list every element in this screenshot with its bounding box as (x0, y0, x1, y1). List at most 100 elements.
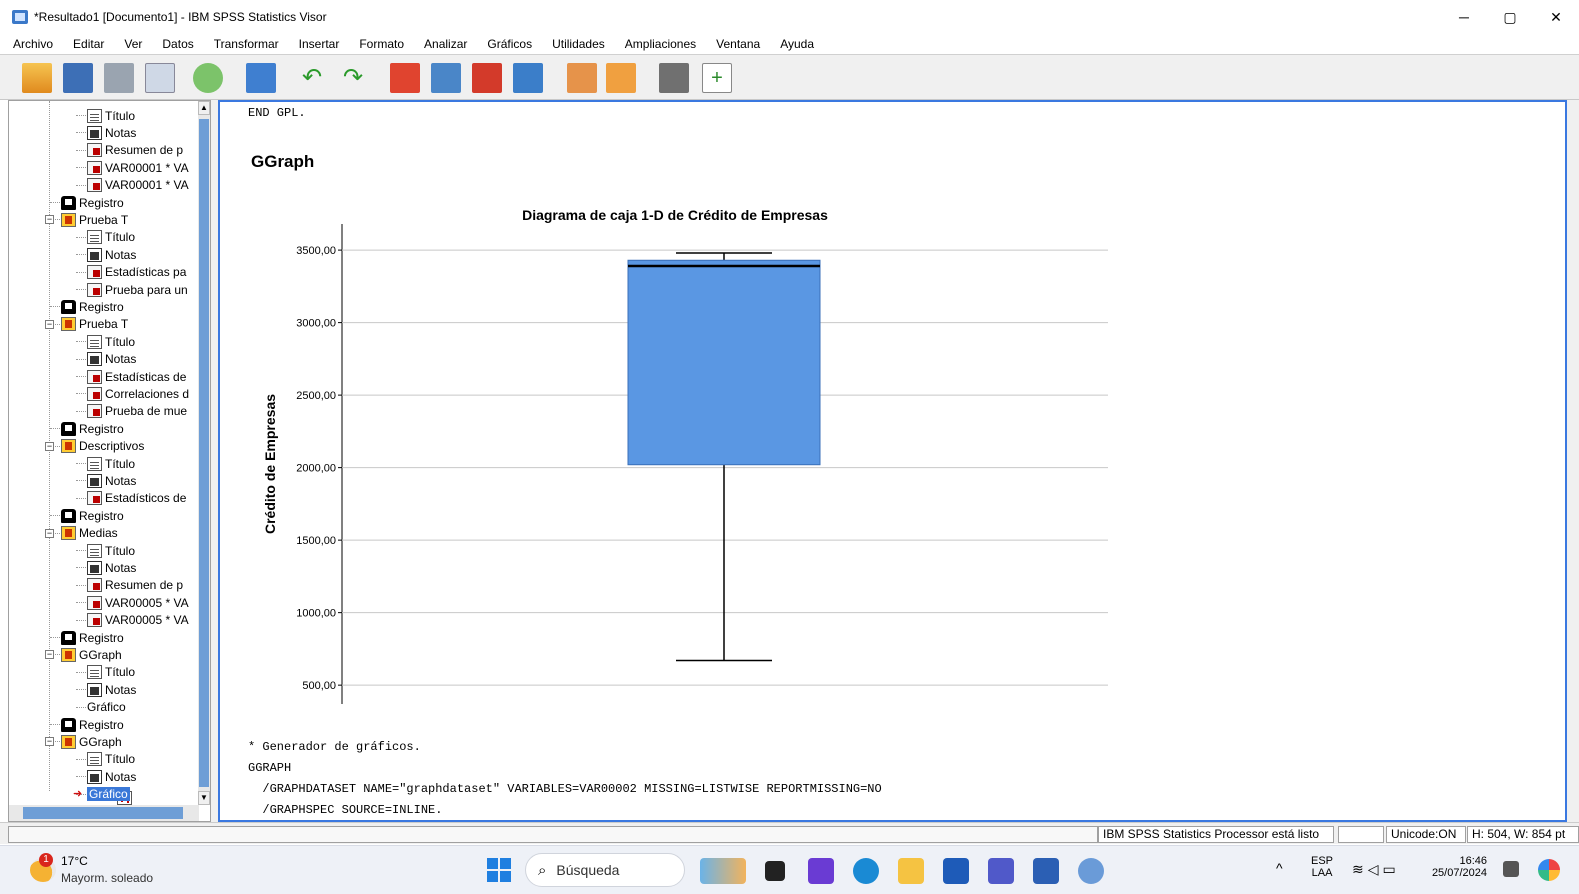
menu-datos[interactable]: Datos (162, 37, 193, 51)
outline-node[interactable]: Descriptivos (61, 438, 144, 455)
teams-icon[interactable] (988, 858, 1014, 884)
box-plot-chart[interactable]: Diagrama de caja 1-D de Crédito de Empre… (250, 194, 1120, 714)
scroll-up-arrow-icon[interactable]: ▲ (198, 101, 210, 115)
outline-node[interactable]: Notas (87, 246, 136, 263)
menu-transformar[interactable]: Transformar (214, 37, 279, 51)
outline-node[interactable]: Notas (87, 124, 136, 141)
network-volume-battery-icon[interactable]: ≋◁▭ (1352, 861, 1400, 878)
taskbar-search-box[interactable]: ⌕ Búsqueda (525, 853, 685, 887)
outline-node[interactable]: Medias (61, 525, 118, 542)
clock-time[interactable]: 16:46 (1425, 855, 1487, 867)
outline-node[interactable]: Título (87, 333, 135, 350)
search-highlight-icon[interactable] (700, 858, 746, 884)
outline-node[interactable]: VAR00005 * VA (87, 594, 189, 611)
edge-browser-icon[interactable] (853, 858, 879, 884)
outline-node[interactable]: GGraph (61, 646, 122, 663)
outline-node[interactable]: Título (87, 751, 135, 768)
save-icon[interactable] (63, 63, 93, 93)
maximize-button[interactable]: ▢ (1487, 0, 1533, 34)
print-icon[interactable] (104, 63, 134, 93)
outline-node[interactable]: Título (87, 107, 135, 124)
scroll-thumb[interactable] (199, 119, 209, 787)
redo-icon[interactable]: ↷ (338, 63, 368, 93)
outline-vertical-scrollbar[interactable]: ▲ ▼ (198, 101, 210, 805)
store-icon[interactable] (943, 858, 969, 884)
outline-node[interactable]: Notas (87, 768, 136, 785)
outline-node[interactable]: Registro (61, 194, 124, 211)
right-edge-scrollbar[interactable] (1567, 100, 1579, 822)
outline-node[interactable]: Estadísticas pa (87, 264, 186, 281)
outline-node[interactable]: VAR00001 * VA (87, 159, 189, 176)
outline-node[interactable]: Correlaciones d (87, 385, 189, 402)
outline-node[interactable]: Título (87, 542, 135, 559)
notifications-icon[interactable] (1503, 861, 1519, 877)
menu-insertar[interactable]: Insertar (299, 37, 340, 51)
recall-dialog-icon[interactable] (246, 63, 276, 93)
menu-utilidades[interactable]: Utilidades (552, 37, 605, 51)
goto-data-icon[interactable] (390, 63, 420, 93)
outline-node[interactable]: Registro (61, 420, 124, 437)
collapse-toggle-icon[interactable]: − (45, 441, 54, 451)
app-icon-m[interactable] (808, 858, 834, 884)
open-icon[interactable] (22, 63, 52, 93)
goto-variable-icon[interactable] (472, 63, 502, 93)
close-button[interactable]: ✕ (1533, 0, 1579, 34)
input-language-variant[interactable]: LAA (1311, 867, 1333, 879)
add-icon[interactable]: + (702, 63, 732, 93)
outline-node[interactable]: Registro (61, 629, 124, 646)
minimize-button[interactable]: ─ (1441, 0, 1487, 34)
outline-node[interactable]: Registro (61, 298, 124, 315)
spss-taskbar-icon[interactable] (1078, 858, 1104, 884)
designate-window-icon[interactable] (659, 63, 689, 93)
clock-date[interactable]: 25/07/2024 (1425, 867, 1487, 879)
copilot-icon[interactable] (1538, 859, 1560, 881)
outline-node[interactable]: VAR00001 * VA (87, 177, 189, 194)
word-icon[interactable] (1033, 858, 1059, 884)
outline-node[interactable]: Resumen de p (87, 577, 183, 594)
menu-editar[interactable]: Editar (73, 37, 104, 51)
menu-ampliaciones[interactable]: Ampliaciones (625, 37, 696, 51)
outline-node[interactable]: Estadísticos de (87, 490, 186, 507)
undo-icon[interactable]: ↶ (297, 63, 327, 93)
start-windows-icon[interactable] (487, 858, 511, 882)
show-hidden-icons-icon[interactable]: ^ (1276, 860, 1283, 876)
collapse-toggle-icon[interactable]: − (45, 528, 54, 538)
pane-splitter[interactable] (211, 100, 218, 822)
outline-node[interactable]: Título (87, 664, 135, 681)
collapse-toggle-icon[interactable]: − (45, 215, 54, 225)
outline-node[interactable]: Resumen de p (87, 142, 183, 159)
input-language[interactable]: ESP (1311, 855, 1333, 867)
file-explorer-icon[interactable] (898, 858, 924, 884)
outline-node[interactable]: Título (87, 229, 135, 246)
menu-ayuda[interactable]: Ayuda (780, 37, 814, 51)
outline-node[interactable]: VAR00005 * VA (87, 612, 189, 629)
goto-case-icon[interactable] (431, 63, 461, 93)
outline-node[interactable]: Registro (61, 716, 124, 733)
outline-node[interactable]: Registro (61, 507, 124, 524)
outline-node[interactable]: Prueba T (61, 316, 128, 333)
menu-archivo[interactable]: Archivo (13, 37, 53, 51)
scroll-down-arrow-icon[interactable]: ▼ (198, 791, 210, 805)
outline-node[interactable]: Notas (87, 559, 136, 576)
task-view-icon[interactable] (765, 861, 785, 881)
outline-node[interactable]: Prueba para un (87, 281, 188, 298)
outline-horizontal-scrollbar[interactable] (9, 805, 199, 821)
outline-node[interactable]: Notas (87, 681, 136, 698)
insert-output-icon[interactable] (567, 63, 597, 93)
hscroll-thumb[interactable] (23, 807, 183, 819)
outline-node[interactable]: GGraph (61, 733, 122, 750)
outline-node[interactable]: Notas (87, 351, 136, 368)
menu-analizar[interactable]: Analizar (424, 37, 467, 51)
menu-ver[interactable]: Ver (124, 37, 142, 51)
outline-node[interactable]: Estadísticas de (87, 368, 186, 385)
outline-node[interactable]: Notas (87, 472, 136, 489)
outline-node[interactable]: Título (87, 455, 135, 472)
print-preview-icon[interactable] (145, 63, 175, 93)
collapse-toggle-icon[interactable]: − (45, 650, 54, 660)
menu-graficos[interactable]: Gráficos (487, 37, 532, 51)
outline-node[interactable]: Prueba de mue (87, 403, 187, 420)
collapse-toggle-icon[interactable]: − (45, 319, 54, 329)
menu-formato[interactable]: Formato (359, 37, 404, 51)
outline-node[interactable]: Prueba T (61, 211, 128, 228)
menu-ventana[interactable]: Ventana (716, 37, 760, 51)
